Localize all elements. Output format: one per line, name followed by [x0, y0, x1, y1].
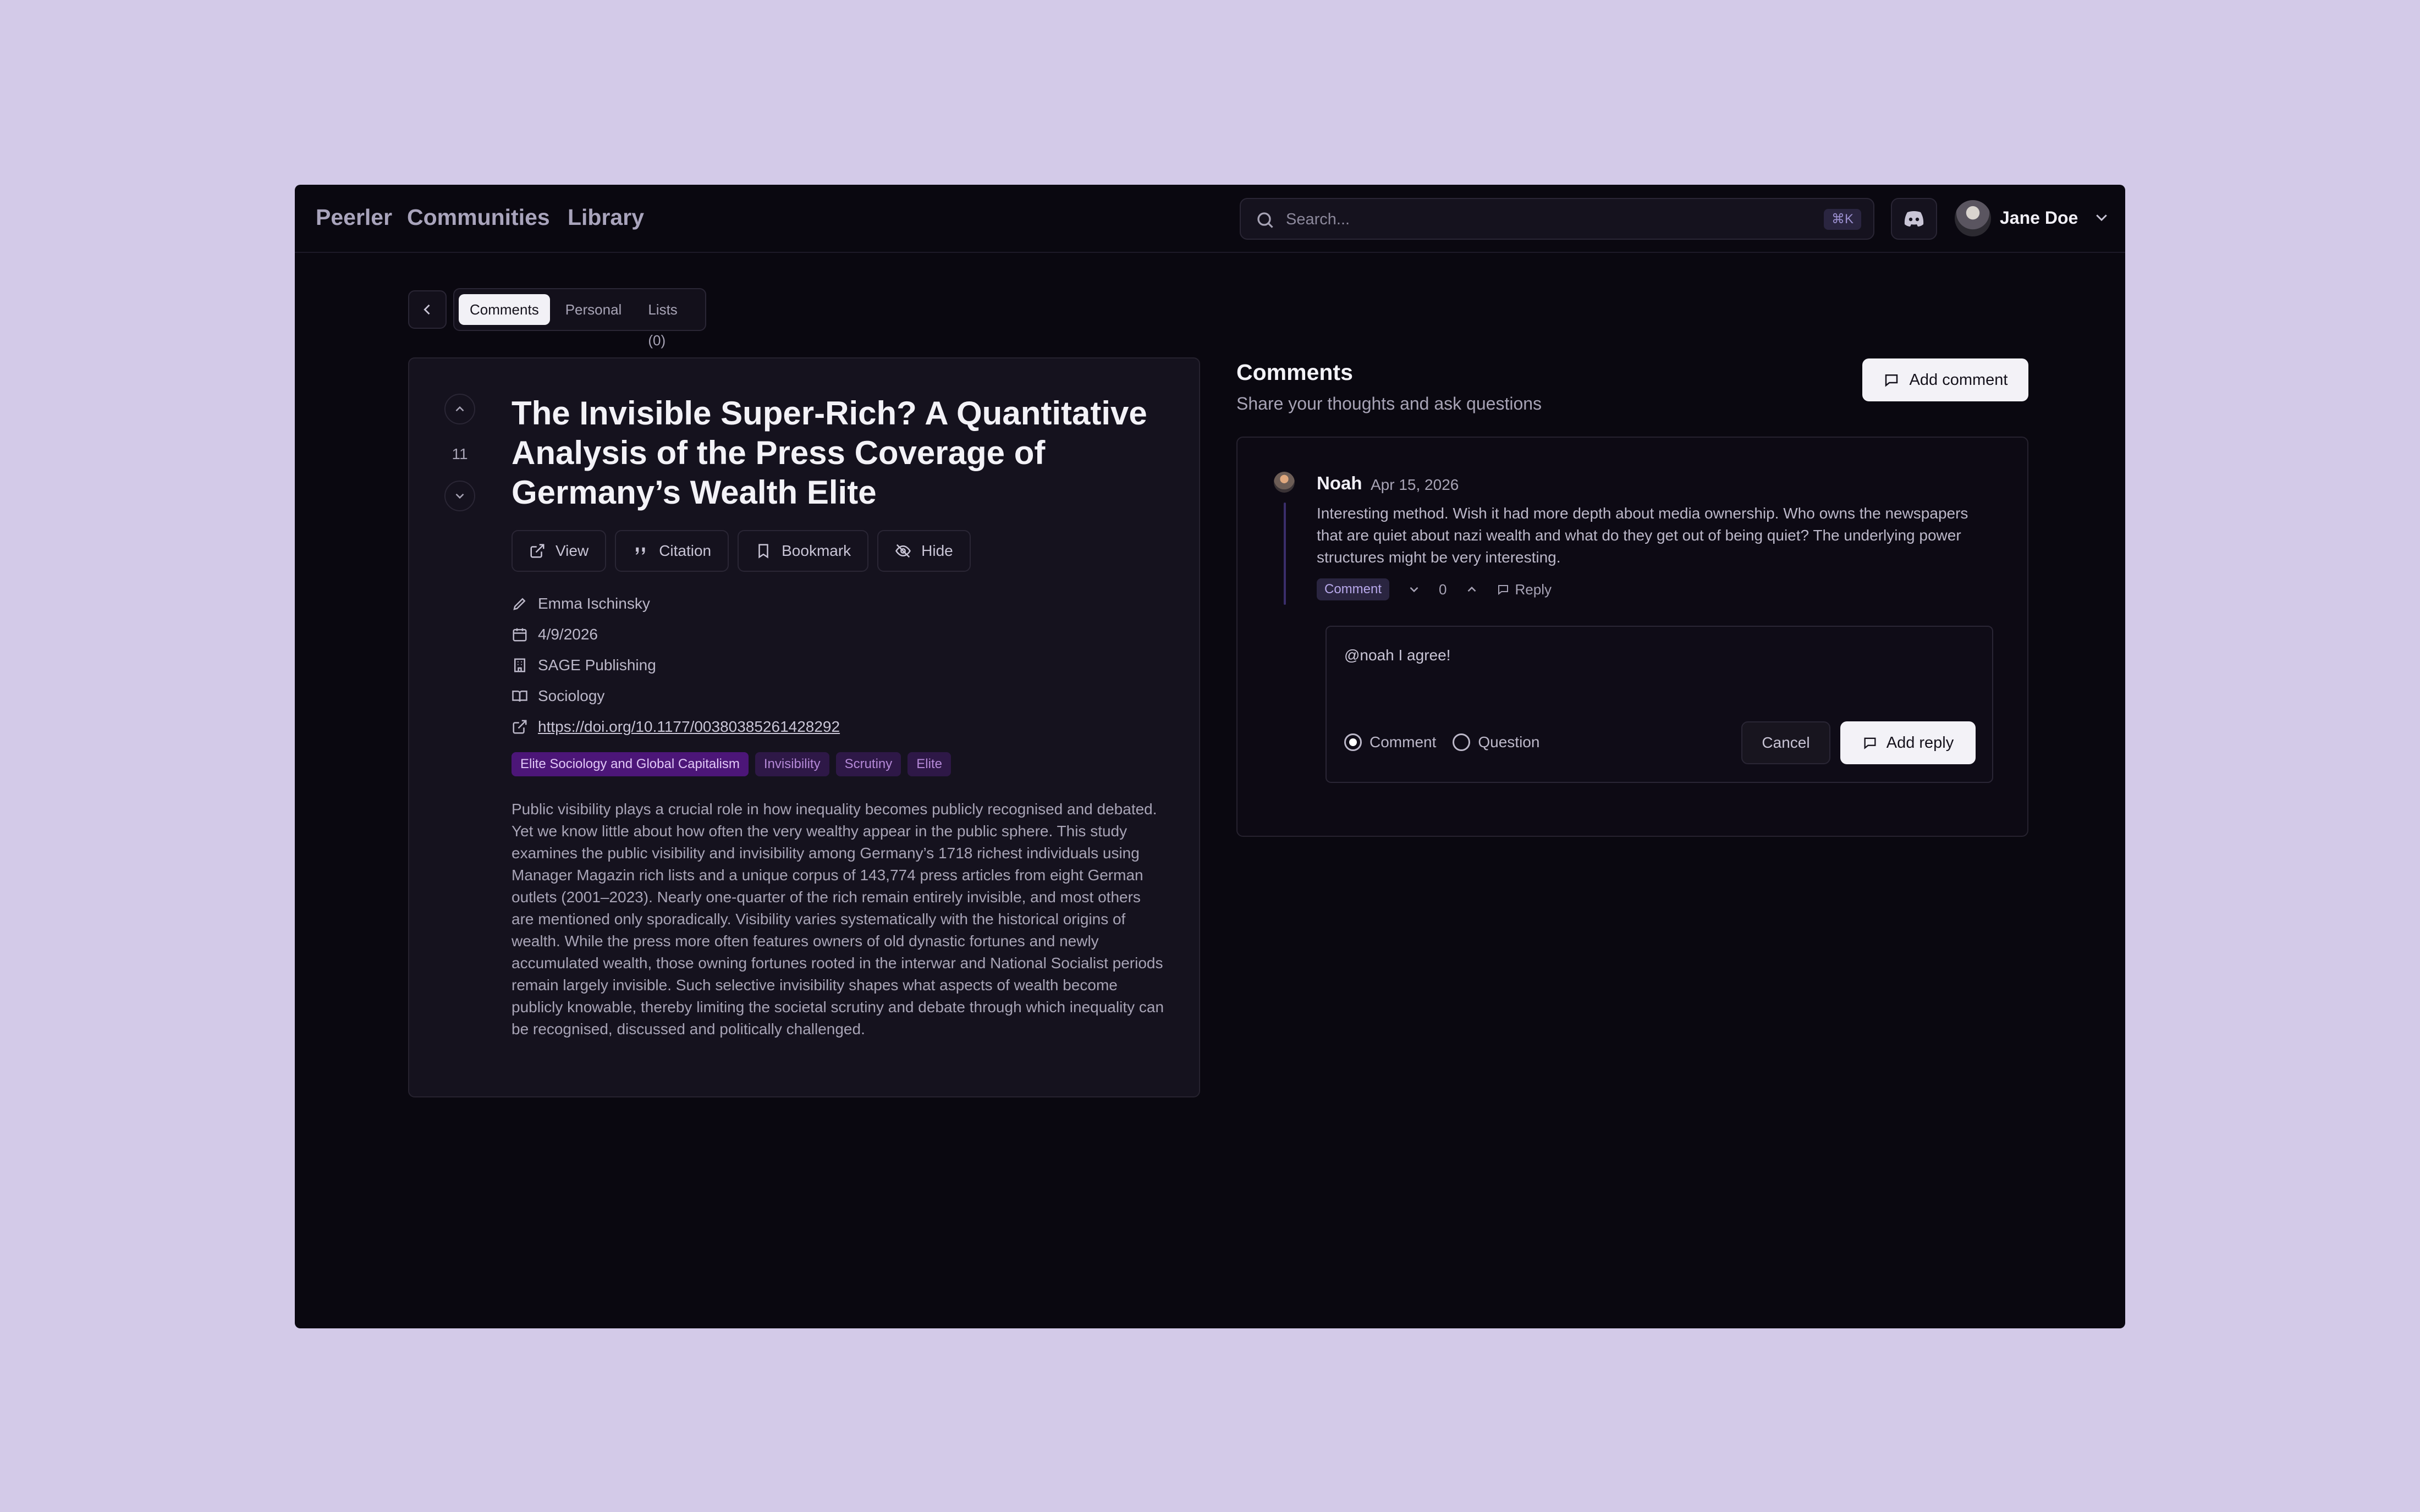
add-reply-label: Add reply	[1886, 733, 1954, 752]
tag[interactable]: Scrutiny	[835, 752, 901, 776]
comment-score: 0	[1439, 581, 1447, 598]
pencil-icon	[513, 598, 526, 610]
nav-communities[interactable]: Communities	[407, 205, 550, 230]
field-name: Sociology	[538, 687, 605, 704]
building-icon	[514, 658, 525, 672]
chevron-up-icon	[1467, 586, 1476, 592]
paper-actions: View Citation Bookmark Hide	[512, 530, 971, 572]
discord-button[interactable]	[1891, 198, 1937, 240]
tab-comments[interactable]: Comments	[459, 294, 550, 325]
brand-logo[interactable]: Peerler	[316, 205, 392, 230]
tag[interactable]: Elite	[908, 752, 951, 776]
bookmark-label: Bookmark	[782, 542, 851, 559]
paper-metadata: Emma Ischinsky 4/9/2026 SAGE Publishing …	[512, 588, 840, 742]
chevron-down-icon[interactable]	[2093, 209, 2110, 225]
comment-date: Apr 15, 2026	[1371, 476, 1459, 493]
search-icon	[1257, 212, 1273, 228]
reply-button[interactable]: Reply	[1497, 581, 1552, 598]
comment-author: Noah	[1317, 473, 1362, 493]
citation-label: Citation	[659, 542, 712, 559]
paper-title: The Invisible Super-Rich? A Quantitative…	[512, 395, 1147, 511]
bookmark-button[interactable]: Bookmark	[738, 530, 869, 572]
hide-button[interactable]: Hide	[877, 530, 971, 572]
meta-author: Emma Ischinsky	[512, 588, 840, 619]
view-tabs: Comments Personal Lists (0)	[453, 288, 706, 349]
publish-date: 4/9/2026	[538, 626, 598, 643]
meta-doi: https://doi.org/10.1177/0038038526142829…	[512, 711, 840, 742]
external-link-icon	[530, 544, 544, 558]
calendar-icon	[513, 628, 527, 642]
view-label: View	[556, 542, 589, 559]
search-input[interactable]: Search... ⌘K	[1240, 198, 1874, 240]
tab-lists[interactable]: Lists (0)	[637, 294, 701, 349]
search-placeholder: Search...	[1286, 211, 1350, 228]
meta-field: Sociology	[512, 681, 840, 711]
tab-personal[interactable]: Personal	[554, 294, 633, 325]
meta-date: 4/9/2026	[512, 619, 840, 650]
hide-label: Hide	[921, 542, 953, 559]
comment-body: Interesting method. Wish it had more dep…	[1317, 505, 1968, 566]
chevron-up-icon	[455, 406, 464, 412]
tag-list: Elite Sociology and Global Capitalism In…	[512, 752, 951, 776]
book-open-icon	[512, 691, 527, 702]
comments-subheading: Share your thoughts and ask questions	[1236, 394, 1542, 413]
eye-off-icon	[895, 544, 911, 558]
cancel-button[interactable]: Cancel	[1741, 721, 1830, 764]
chevron-left-icon	[424, 304, 430, 315]
message-icon	[1864, 737, 1876, 749]
reply-input[interactable]: @noah I agree!	[1344, 647, 1450, 664]
doi-link[interactable]: https://doi.org/10.1177/0038038526142829…	[538, 718, 840, 736]
user-name[interactable]: Jane Doe	[2000, 208, 2078, 228]
radio-comment-label: Comment	[1370, 733, 1437, 751]
radio-question[interactable]: Question	[1453, 733, 1539, 751]
thread-line	[1284, 503, 1286, 605]
bookmark-icon	[758, 544, 768, 559]
message-icon	[1885, 374, 1898, 387]
add-comment-button[interactable]: Add comment	[1862, 358, 2028, 401]
radio-dot[interactable]	[1344, 733, 1362, 751]
view-button[interactable]: View	[512, 530, 607, 572]
search-shortcut: ⌘K	[1823, 209, 1861, 230]
paper-abstract: Public visibility plays a crucial role i…	[512, 801, 1164, 1038]
chevron-down-icon	[455, 493, 464, 499]
comments-heading: Comments	[1236, 360, 1353, 385]
top-nav: Peerler Communities Library Search... ⌘K…	[295, 185, 2125, 253]
quote-icon	[636, 547, 645, 555]
vote-count: 11	[452, 445, 468, 462]
author-name: Emma Ischinsky	[538, 595, 650, 612]
downvote-button[interactable]	[1406, 581, 1422, 598]
message-icon	[1498, 585, 1508, 595]
discord-icon	[1904, 211, 1924, 227]
radio-dot[interactable]	[1453, 733, 1471, 751]
citation-button[interactable]: Citation	[615, 530, 729, 572]
reply-type-group: Comment Question	[1344, 733, 1539, 751]
tag[interactable]: Elite Sociology and Global Capitalism	[512, 752, 749, 776]
radio-question-label: Question	[1478, 733, 1540, 751]
user-avatar[interactable]	[1955, 200, 1991, 236]
comment-type-badge: Comment	[1317, 578, 1390, 600]
external-link-icon	[513, 720, 527, 734]
reply-label: Reply	[1515, 581, 1552, 598]
comment-thread: Noah Apr 15, 2026 Interesting method. Wi…	[1236, 437, 2028, 837]
nav-library[interactable]: Library	[568, 205, 644, 230]
add-reply-button[interactable]: Add reply	[1840, 721, 1976, 764]
app-window: Peerler Communities Library Search... ⌘K…	[295, 185, 2125, 1328]
comment-actions: Comment 0 Reply	[1317, 578, 1552, 600]
downvote-button[interactable]	[444, 481, 475, 511]
upvote-button[interactable]	[444, 394, 475, 424]
avatar	[1274, 472, 1295, 493]
radio-comment[interactable]: Comment	[1344, 733, 1436, 751]
back-button[interactable]	[408, 290, 447, 329]
reply-editor: @noah I agree! Comment Question Cancel A…	[1326, 626, 1993, 783]
add-comment-label: Add comment	[1909, 371, 2008, 389]
meta-publisher: SAGE Publishing	[512, 650, 840, 681]
upvote-button[interactable]	[1464, 581, 1480, 598]
tag[interactable]: Invisibility	[755, 752, 829, 776]
publisher-name: SAGE Publishing	[538, 656, 656, 674]
chevron-down-icon	[1410, 587, 1418, 593]
paper-card: 11 The Invisible Super-Rich? A Quantitat…	[408, 357, 1200, 1097]
